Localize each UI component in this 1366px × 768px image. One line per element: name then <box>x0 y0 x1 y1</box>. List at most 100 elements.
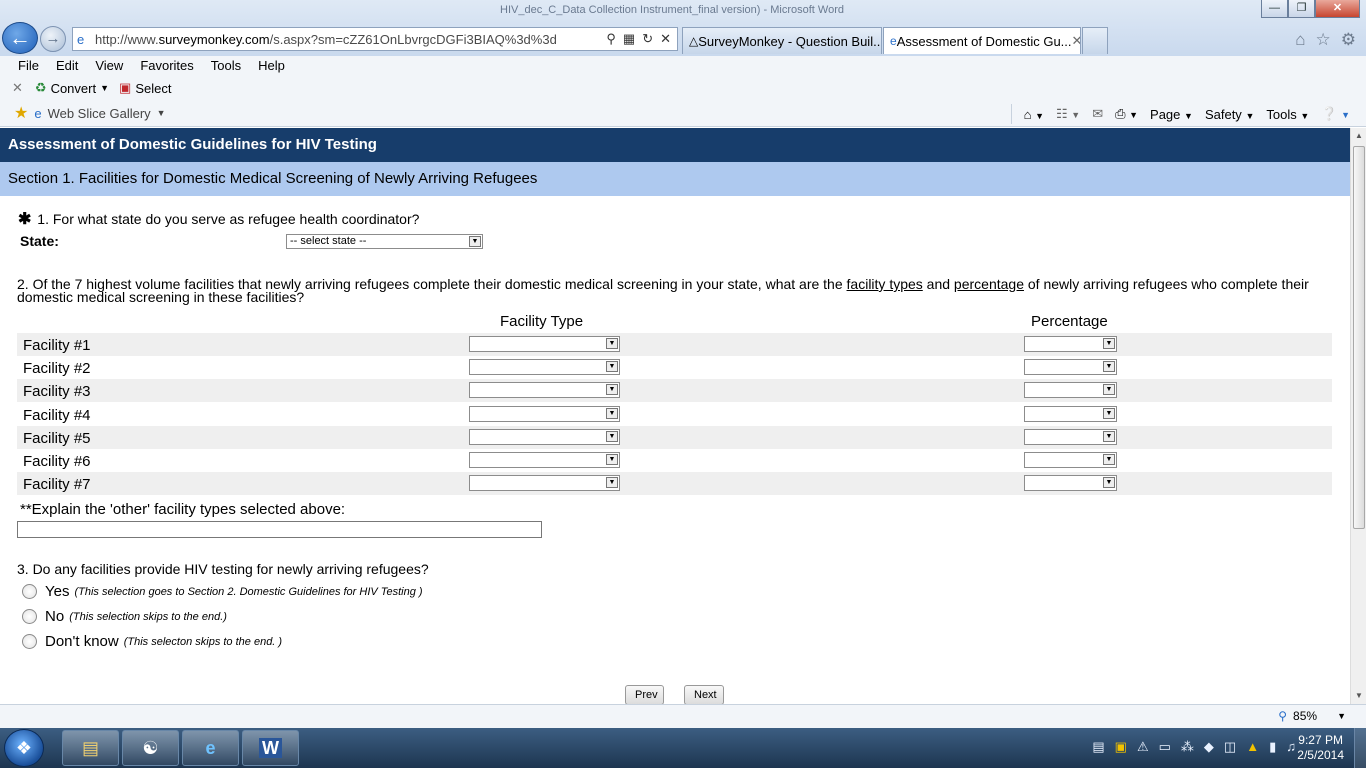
chevron-down-icon[interactable]: ▼ <box>469 236 481 247</box>
network-warning-icon[interactable]: ⚠ <box>1137 739 1149 755</box>
radio-button[interactable] <box>22 609 37 624</box>
percentage-dropdown[interactable]: ▼ <box>1024 359 1117 375</box>
word-taskbar-button[interactable]: W <box>242 730 299 766</box>
tab-surveymonkey-builder[interactable]: △ SurveyMonkey - Question Buil... <box>682 27 882 54</box>
chevron-down-icon[interactable]: ▼ <box>1103 408 1115 419</box>
menu-view[interactable]: View <box>95 56 123 76</box>
chevron-down-icon[interactable]: ▼ <box>606 384 618 395</box>
facility-type-dropdown[interactable]: ▼ <box>469 359 620 375</box>
signal-icon[interactable]: ▮ <box>1269 739 1276 755</box>
lync-taskbar-button[interactable]: ☯ <box>122 730 179 766</box>
tab-assessment[interactable]: e Assessment of Domestic Gu... ✕ <box>883 27 1081 54</box>
chevron-down-icon[interactable]: ▼ <box>1103 384 1115 395</box>
url-text[interactable]: http://www.surveymonkey.com/s.aspx?sm=cZ… <box>95 32 606 47</box>
chevron-down-icon[interactable]: ▼ <box>1103 361 1115 372</box>
search-icon[interactable]: ⚲ <box>606 31 616 47</box>
chevron-down-icon[interactable]: ▼ <box>1337 711 1346 721</box>
forward-button[interactable]: → <box>40 26 66 52</box>
page-menu[interactable]: Page ▼ <box>1150 107 1193 122</box>
lock-icon[interactable]: ▣ <box>1115 739 1127 755</box>
state-dropdown[interactable]: -- select state -- ▼ <box>286 234 483 249</box>
close-toolbar-icon[interactable]: ✕ <box>12 80 23 96</box>
settings-gear-icon[interactable]: ⚙ <box>1341 30 1356 50</box>
chevron-down-icon[interactable]: ▼ <box>1103 431 1115 442</box>
scroll-up-icon[interactable]: ▲ <box>1351 128 1366 144</box>
chevron-down-icon[interactable]: ▼ <box>100 83 109 93</box>
network-icon[interactable]: ◫ <box>1224 739 1236 755</box>
volume-icon[interactable]: ♫ <box>1286 739 1296 755</box>
radio-button[interactable] <box>22 634 37 649</box>
minimize-button[interactable]: — <box>1261 0 1288 18</box>
stop-icon[interactable]: ✕ <box>660 31 671 47</box>
prev-button[interactable]: Prev <box>625 685 664 704</box>
radio-option-yes[interactable]: Yes (This selection goes to Section 2. D… <box>22 583 423 600</box>
show-desktop-button[interactable] <box>1354 728 1366 768</box>
chevron-down-icon[interactable]: ▼ <box>606 431 618 442</box>
chevron-down-icon[interactable]: ▼ <box>606 408 618 419</box>
help-icon[interactable]: ❔ ▼ <box>1321 106 1350 122</box>
facility-type-dropdown[interactable]: ▼ <box>469 475 620 491</box>
web-slice-gallery[interactable]: Web Slice Gallery <box>48 106 151 121</box>
compat-view-icon[interactable]: ▦ <box>623 31 635 47</box>
tools-menu[interactable]: Tools ▼ <box>1266 107 1309 122</box>
bluetooth-icon[interactable]: ⁂ <box>1181 739 1194 755</box>
print-icon[interactable]: ⎙ ▼ <box>1115 106 1138 122</box>
refresh-icon[interactable]: ↻ <box>642 31 653 47</box>
explorer-taskbar-button[interactable]: ▤ <box>62 730 119 766</box>
close-button[interactable]: ✕ <box>1315 0 1360 18</box>
home-icon[interactable]: ⌂ ▼ <box>1024 107 1044 122</box>
back-button[interactable]: ← <box>2 22 38 54</box>
percentage-dropdown[interactable]: ▼ <box>1024 452 1117 468</box>
explain-other-input[interactable] <box>17 521 542 538</box>
menu-edit[interactable]: Edit <box>56 56 78 76</box>
address-bar[interactable]: e http://www.surveymonkey.com/s.aspx?sm=… <box>72 27 678 51</box>
chevron-down-icon[interactable]: ▼ <box>606 477 618 488</box>
facility-type-dropdown[interactable]: ▼ <box>469 382 620 398</box>
menu-tools[interactable]: Tools <box>211 56 241 76</box>
chevron-down-icon[interactable]: ▼ <box>1103 338 1115 349</box>
safety-menu[interactable]: Safety ▼ <box>1205 107 1254 122</box>
percentage-dropdown[interactable]: ▼ <box>1024 336 1117 352</box>
clipboard-icon[interactable]: ▤ <box>1092 739 1104 755</box>
facility-type-dropdown[interactable]: ▼ <box>469 336 620 352</box>
convert-button[interactable]: ♻ Convert ▼ <box>35 80 109 96</box>
rss-feed-icon[interactable]: ☷ ▼ <box>1056 106 1080 122</box>
chevron-down-icon[interactable]: ▼ <box>1103 477 1115 488</box>
chevron-down-icon[interactable]: ▼ <box>606 454 618 465</box>
percentage-dropdown[interactable]: ▼ <box>1024 382 1117 398</box>
percentage-dropdown[interactable]: ▼ <box>1024 475 1117 491</box>
scroll-thumb[interactable] <box>1353 146 1365 529</box>
menu-help[interactable]: Help <box>258 56 285 76</box>
facility-type-dropdown[interactable]: ▼ <box>469 406 620 422</box>
new-tab-button[interactable] <box>1082 27 1108 54</box>
menu-favorites[interactable]: Favorites <box>140 56 193 76</box>
maximize-button[interactable]: ❐ <box>1288 0 1315 18</box>
facility-type-dropdown[interactable]: ▼ <box>469 429 620 445</box>
chevron-down-icon[interactable]: ▼ <box>606 361 618 372</box>
next-button[interactable]: Next <box>684 685 724 704</box>
display-icon[interactable]: ▭ <box>1159 739 1171 755</box>
facility-type-dropdown[interactable]: ▼ <box>469 452 620 468</box>
menu-file[interactable]: File <box>18 56 39 76</box>
favorites-star-icon[interactable]: ☆ <box>1316 30 1331 50</box>
start-button[interactable]: ❖ <box>4 729 44 767</box>
radio-option-dont-know[interactable]: Don't know (This selecton skips to the e… <box>22 633 282 650</box>
shield-icon[interactable]: ▲ <box>1246 739 1259 755</box>
percentage-dropdown[interactable]: ▼ <box>1024 406 1117 422</box>
power-icon[interactable]: ◆ <box>1204 739 1214 755</box>
radio-option-no[interactable]: No (This selection skips to the end.) <box>22 608 227 625</box>
clock[interactable]: 9:27 PM 2/5/2014 <box>1297 733 1344 763</box>
favorites-icon[interactable]: ★ <box>14 103 28 123</box>
chevron-down-icon[interactable]: ▼ <box>157 108 166 118</box>
zoom-control[interactable]: ⚲ 85% ▼ <box>1278 709 1346 723</box>
scroll-down-icon[interactable]: ▼ <box>1351 688 1366 704</box>
select-button[interactable]: ▣ Select <box>119 80 171 96</box>
vertical-scrollbar[interactable]: ▲ ▼ <box>1350 128 1366 704</box>
close-tab-icon[interactable]: ✕ <box>1072 33 1080 49</box>
mail-icon[interactable]: ✉ <box>1092 106 1103 122</box>
radio-button[interactable] <box>22 584 37 599</box>
chevron-down-icon[interactable]: ▼ <box>1103 454 1115 465</box>
percentage-dropdown[interactable]: ▼ <box>1024 429 1117 445</box>
ie-taskbar-button[interactable]: e <box>182 730 239 766</box>
chevron-down-icon[interactable]: ▼ <box>606 338 618 349</box>
